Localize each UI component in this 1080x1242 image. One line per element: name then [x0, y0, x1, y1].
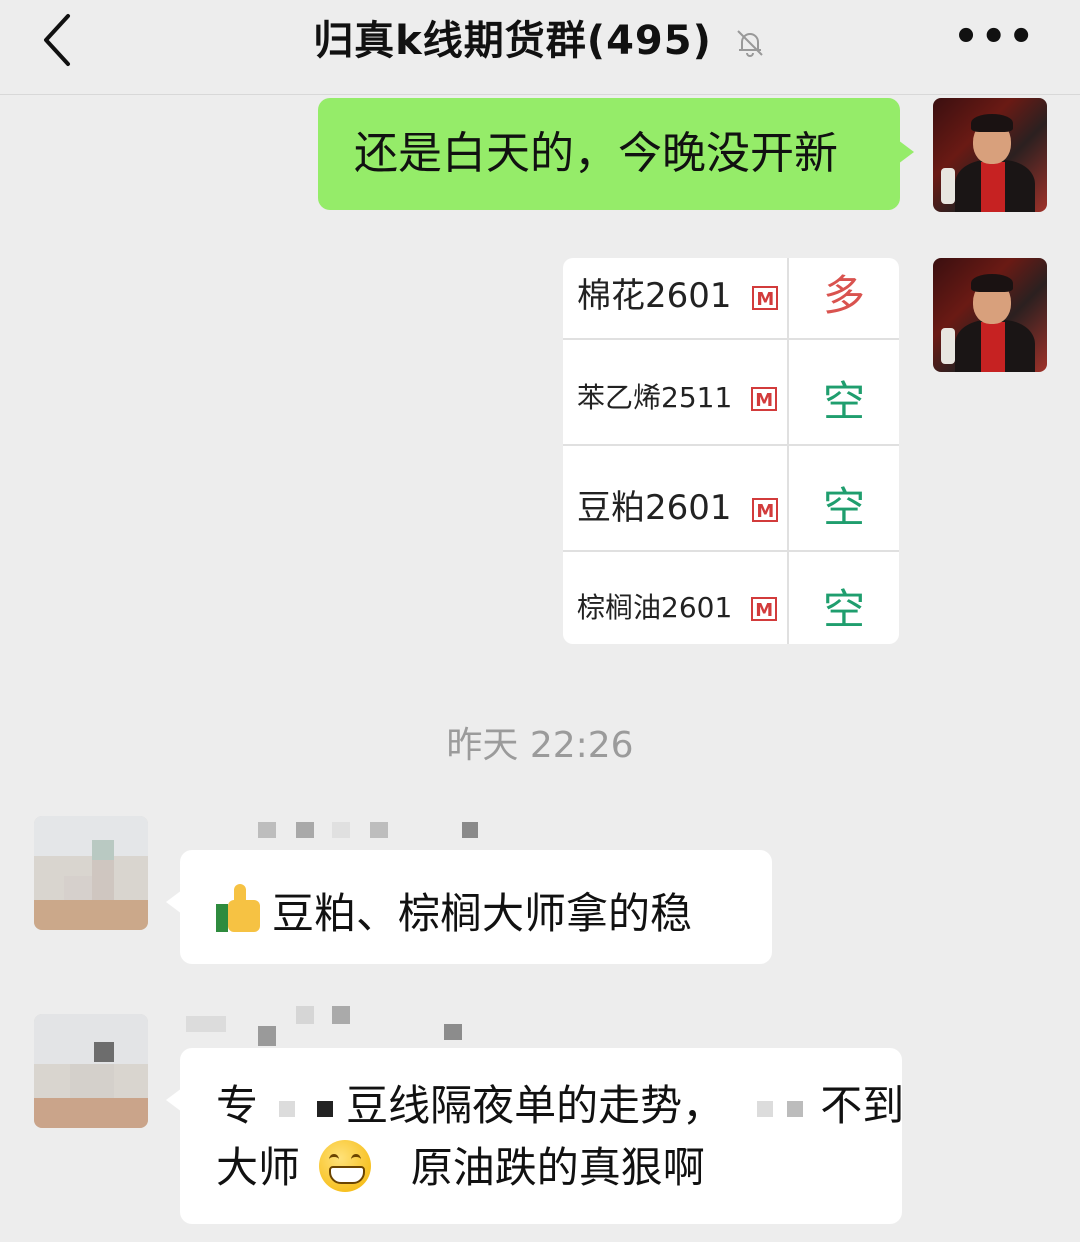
message-text: 豆粕、棕榈大师拿的稳 — [272, 889, 693, 938]
direction-label: 空 — [822, 377, 865, 426]
contract-name: 棉花2601 — [577, 276, 732, 316]
blurred-text — [279, 1100, 296, 1117]
m-badge-icon: M — [752, 497, 779, 522]
direction-label: 多 — [822, 271, 865, 320]
blurred-text — [316, 1100, 333, 1117]
position-table-image[interactable]: 棉花2601 M 多 苯乙烯2511 M 空 豆粕2601 M 空 棕榈油260… — [563, 258, 899, 644]
direction-label: 空 — [822, 483, 865, 532]
chat-header: 归真k线期货群(495) ••• — [0, 0, 1080, 95]
message-text: 原油跌的真狠啊 — [410, 1143, 705, 1192]
m-badge-icon: M — [751, 597, 778, 621]
message-text: 不到 — [820, 1081, 905, 1130]
grin-emoji-icon — [319, 1140, 372, 1192]
table-row: 豆粕2601 M 空 — [563, 444, 899, 552]
message-text: 大师 — [216, 1143, 301, 1192]
contract-name: 棕榈油2601 — [577, 591, 733, 624]
message-text: 还是白天的，今晚没开新 — [354, 128, 838, 179]
table-row: 棉花2601 M 多 — [563, 258, 899, 338]
thumbs-up-icon — [216, 884, 268, 934]
member-nickname-blurred — [186, 1006, 486, 1046]
message-timestamp: 昨天 22:26 — [446, 725, 634, 766]
message-text: 专 — [216, 1081, 259, 1130]
self-message-bubble[interactable]: 还是白天的，今晚没开新 — [318, 98, 914, 210]
self-avatar[interactable] — [933, 98, 1047, 212]
member-avatar[interactable] — [34, 816, 148, 930]
table-divider — [787, 258, 789, 644]
contract-name: 苯乙烯2511 — [577, 381, 733, 414]
table-row: 苯乙烯2511 M 空 — [563, 338, 899, 446]
chat-title-wrap: 归真k线期货群(495) — [0, 8, 1080, 66]
blurred-text — [757, 1100, 774, 1117]
chat-title: 归真k线期货群(495) — [313, 18, 712, 64]
contract-name: 豆粕2601 — [577, 488, 732, 528]
more-button[interactable]: ••• — [953, 14, 1036, 60]
m-badge-icon: M — [751, 387, 778, 411]
self-avatar[interactable] — [933, 258, 1047, 372]
direction-label: 空 — [822, 585, 865, 634]
member-message-bubble[interactable]: 豆粕、棕榈大师拿的稳 — [166, 850, 772, 964]
member-message-bubble[interactable]: 专 豆线隔夜单的走势， 不到 大师 原油跌的真狠啊 — [166, 1048, 905, 1224]
m-badge-icon: M — [752, 285, 779, 310]
message-text: 豆线隔夜单的走势， — [346, 1081, 725, 1130]
blurred-text — [786, 1100, 803, 1117]
member-nickname-blurred — [258, 822, 478, 842]
member-avatar[interactable] — [34, 1014, 148, 1128]
bell-off-icon — [737, 30, 763, 57]
table-row: 棕榈油2601 M 空 — [563, 550, 899, 644]
